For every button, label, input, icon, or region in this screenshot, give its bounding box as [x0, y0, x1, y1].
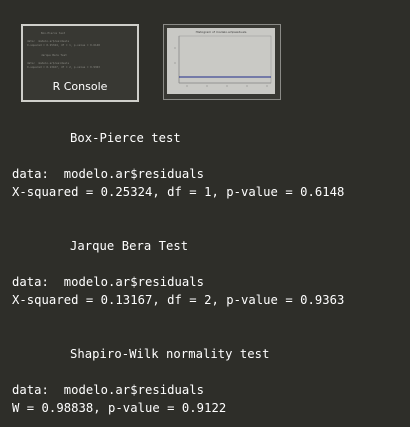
test-result-line: W = 0.98838, p-value = 0.9122 [12, 401, 227, 415]
test-data-line: data: modelo.ar$residuals [12, 167, 205, 181]
test-data-line: data: modelo.ar$residuals [12, 383, 205, 397]
test-title: Box-Pierce test [70, 131, 181, 145]
r-console-output[interactable]: Box-Pierce test data: modelo.ar$residual… [12, 0, 410, 415]
test-title: Shapiro-Wilk normality test [70, 347, 270, 361]
test-result-line: X-squared = 0.13167, df = 2, p-value = 0… [12, 293, 345, 307]
test-result-line: X-squared = 0.25324, df = 1, p-value = 0… [12, 185, 345, 199]
test-data-line: data: modelo.ar$residuals [12, 275, 205, 289]
test-title: Jarque Bera Test [70, 239, 189, 253]
